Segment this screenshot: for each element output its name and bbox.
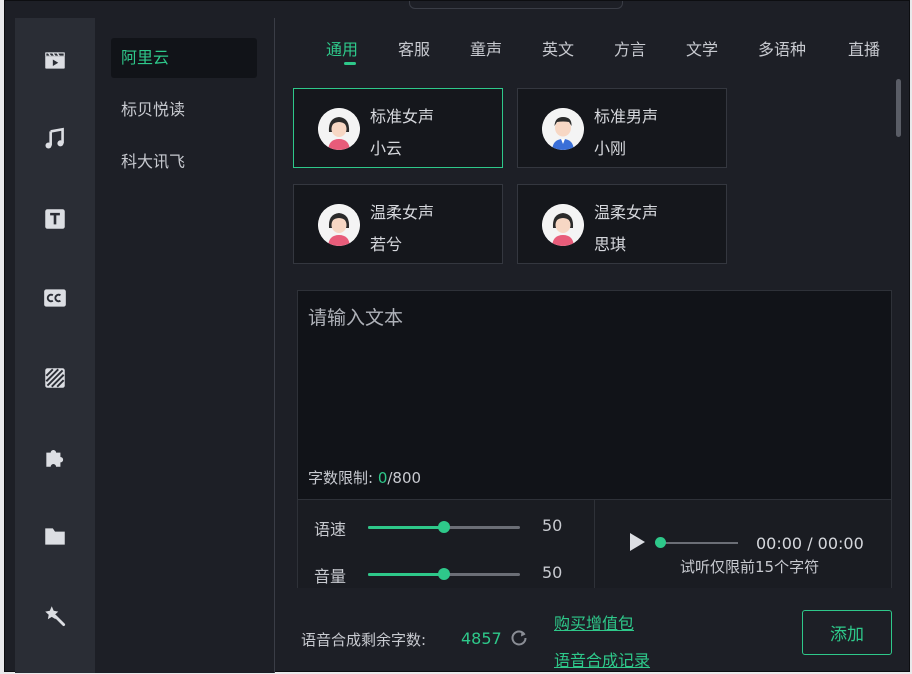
video-clip-icon [45,52,65,69]
volume-slider-handle[interactable] [438,568,450,580]
volume-slider[interactable] [368,568,520,580]
male-avatar-icon [542,108,584,150]
tab-literature[interactable]: 文学 [686,36,718,60]
speed-slider[interactable] [368,521,520,533]
refresh-icon[interactable] [509,628,529,648]
voice-type-label: 标准男声 [594,107,659,126]
music-icon [45,127,64,149]
voice-card-siqi[interactable]: 温柔女声 思琪 [517,184,727,264]
speed-value: 50 [542,516,563,535]
remaining-chars-label: 语音合成剩余字数: [301,631,427,649]
active-tab-indicator [344,62,356,65]
tab-english[interactable]: 英文 [542,36,574,60]
controls-divider [594,500,595,588]
rail-filter-button[interactable] [15,348,95,408]
voice-card-xiaoyun[interactable]: 标准女声 小云 [293,88,503,168]
tab-child-voice[interactable]: 童声 [470,36,502,60]
female-avatar-icon [542,204,584,246]
tab-multilingual[interactable]: 多语种 [758,36,806,60]
remaining-chars-count: 4857 [461,629,502,648]
buy-package-link[interactable]: 购买增值包 [554,610,634,634]
voice-type-label: 温柔女声 [370,203,435,222]
char-limit-label: 字数限制: [308,469,378,487]
tab-dialect[interactable]: 方言 [614,36,646,60]
rail-video-button[interactable] [15,30,95,90]
preview-note: 试听仅限前15个字符 [680,558,820,576]
effects-wand-icon [45,606,66,627]
synthesis-history-link[interactable]: 语音合成记录 [554,647,650,671]
tab-live[interactable]: 直播 [848,36,880,60]
speed-label: 语速 [314,520,347,539]
char-limit-counter: 字数限制: 0/800 [308,467,421,488]
subtitle-cc-icon [44,289,66,307]
provider-item-biaobei[interactable]: 标贝悦读 [111,90,257,130]
voice-type-label: 标准女声 [370,107,435,126]
voice-name-label: 小云 [370,139,403,158]
provider-item-aliyun[interactable]: 阿里云 [111,38,257,78]
voice-controls: 语速 50 音量 50 00:00 / 00:00 试听仅限前15个字符 [298,499,891,588]
rail-plugin-button[interactable] [15,427,95,487]
feature-icon-rail [15,18,95,673]
tts-panel-window: 阿里云 标贝悦读 科大讯飞 通用 客服 童声 英文 方言 文学 多语种 直播 标… [4,0,910,673]
folder-icon [45,528,65,545]
add-button[interactable]: 添加 [802,610,892,655]
female-avatar-icon [318,204,360,246]
rail-music-button[interactable] [15,109,95,169]
tab-customer-service[interactable]: 客服 [398,36,430,60]
voice-name-label: 小刚 [594,139,627,158]
speed-slider-handle[interactable] [438,521,450,533]
window-top-handle [409,1,623,9]
voice-category-tabs: 通用 客服 童声 英文 方言 文学 多语种 直播 [276,18,891,68]
voice-card-ruoxi[interactable]: 温柔女声 若兮 [293,184,503,264]
volume-value: 50 [542,563,563,582]
provider-list: 阿里云 标贝悦读 科大讯飞 [95,18,275,673]
play-icon[interactable] [628,532,646,552]
voice-name-label: 若兮 [370,235,403,254]
speed-slider-fill [368,526,444,529]
preview-time: 00:00 / 00:00 [756,534,864,553]
rail-folder-button[interactable] [15,506,95,566]
volume-slider-fill [368,573,444,576]
rail-effects-button[interactable] [15,586,95,646]
plugin-icon [46,449,64,467]
voice-list-scrollbar[interactable] [896,79,901,137]
tts-text-panel: 字数限制: 0/800 语速 50 音量 50 00:00 / 00:00 [297,290,892,588]
text-icon [45,209,65,229]
rail-text-button[interactable] [15,189,95,249]
char-current-count: 0 [377,469,388,487]
female-avatar-icon [318,108,360,150]
voice-card-xiaogang[interactable]: 标准男声 小刚 [517,88,727,168]
volume-label: 音量 [314,567,347,586]
preview-progress-handle[interactable] [655,537,666,548]
voice-type-label: 温柔女声 [594,203,659,222]
preview-progress-bar[interactable] [655,537,738,548]
filter-icon [45,368,65,388]
char-max-count: /800 [387,469,422,487]
provider-item-iflytek[interactable]: 科大讯飞 [111,142,257,182]
voice-name-label: 思琪 [594,235,627,254]
rail-subtitle-button[interactable] [15,268,95,328]
tab-general[interactable]: 通用 [326,36,358,60]
